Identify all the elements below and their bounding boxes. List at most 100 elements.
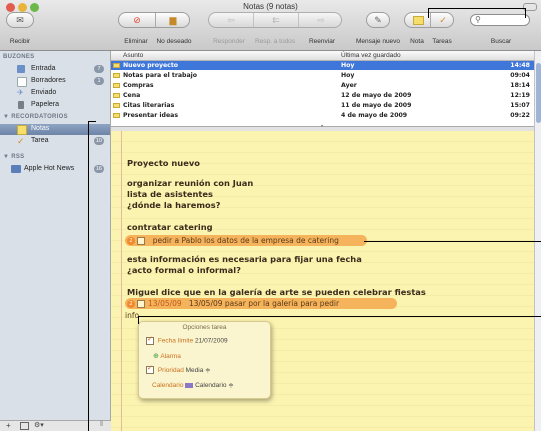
note-title: Proyecto nuevo bbox=[127, 158, 200, 168]
note-line: contratar catering bbox=[127, 222, 213, 232]
todo-checkbox[interactable] bbox=[137, 300, 145, 308]
receive-label: Recibir bbox=[9, 38, 31, 45]
delete-label: Eliminar bbox=[124, 38, 148, 45]
sent-icon: ✈ bbox=[17, 88, 24, 97]
search-icon: ⚲ bbox=[475, 15, 481, 24]
due-date-value[interactable]: 21/07/2009 bbox=[195, 338, 228, 345]
note-line: ¿dónde la haremos? bbox=[127, 200, 221, 210]
mail-window: Notas (9 notas) ✉ Recibir ⊘ ▆ Eliminar N… bbox=[0, 0, 541, 431]
list-item[interactable]: Compras Ayer 18:14 bbox=[111, 81, 534, 90]
rss-header: ▼ RSS bbox=[3, 154, 25, 160]
subject-column-header[interactable]: Asunto bbox=[123, 52, 143, 59]
show-activity-icon[interactable] bbox=[20, 422, 29, 430]
callout-line bbox=[428, 8, 429, 18]
calendar-row[interactable]: Calendario Calendario ≑ bbox=[152, 381, 234, 389]
reply-all-button[interactable]: ⇇ bbox=[254, 13, 298, 27]
sidebar-item-drafts[interactable]: Borradores 1 bbox=[0, 76, 110, 87]
add-mailbox-icon[interactable]: + bbox=[6, 421, 11, 430]
priority-select[interactable]: Media ≑ bbox=[186, 367, 211, 374]
note-margin-line bbox=[121, 131, 122, 431]
note-icon bbox=[113, 103, 120, 108]
note-button[interactable] bbox=[405, 13, 430, 27]
mailboxes-header: BUZONES bbox=[3, 54, 35, 60]
note-icon bbox=[113, 63, 120, 68]
date-column-header[interactable]: Última vez guardado bbox=[341, 52, 401, 59]
forward-button[interactable]: ⇨ bbox=[299, 13, 343, 27]
task-check-icon: ✓ bbox=[17, 136, 25, 146]
new-message-label: Mensaje nuevo bbox=[355, 38, 401, 45]
calendar-select[interactable]: Calendario ≑ bbox=[195, 382, 234, 389]
tasks-button[interactable]: ✓ bbox=[431, 13, 455, 27]
trash-icon bbox=[18, 101, 24, 109]
sidebar-item-notes[interactable]: Notas bbox=[0, 124, 110, 135]
callout-line bbox=[364, 241, 541, 242]
list-item[interactable]: Presentar ideas 4 de mayo de 2009 09:22 bbox=[111, 111, 534, 120]
alarm-row[interactable]: ⊕ Alarma bbox=[153, 352, 181, 360]
due-date-checkbox[interactable] bbox=[146, 335, 154, 345]
sidebar-item-tasks[interactable]: ✓ Tarea 10 bbox=[0, 136, 110, 147]
splitter-grip-icon: • bbox=[321, 124, 324, 130]
add-alarm-icon[interactable]: ⊕ bbox=[153, 353, 159, 360]
drafts-badge: 1 bbox=[94, 77, 104, 85]
callout-line bbox=[138, 316, 541, 317]
message-list: Asunto Última vez guardado Nuevo proyect… bbox=[111, 51, 534, 126]
compose-icon: ✎ bbox=[374, 15, 382, 25]
search-field[interactable]: ⚲ bbox=[470, 14, 530, 26]
note-icon bbox=[113, 93, 120, 98]
reminders-header: ▼ RECORDATORIOS bbox=[3, 114, 68, 120]
list-item[interactable]: Nuevo proyecto Hoy 14:48 bbox=[111, 61, 534, 70]
note-line: ¿acto formal o informal? bbox=[127, 265, 241, 275]
delete-button[interactable]: ⊘ bbox=[119, 13, 155, 27]
todo-text: 13/05/09 pasar por la galería para pedir bbox=[188, 299, 340, 308]
receive-button[interactable]: ✉ bbox=[6, 12, 34, 28]
reply-all-label: Resp. a todos bbox=[254, 38, 296, 45]
due-date-row[interactable]: Fecha límite 21/07/2009 bbox=[146, 335, 228, 345]
reply-label: Responder bbox=[213, 38, 245, 45]
junk-label: No deseado bbox=[156, 38, 192, 45]
mailbox-icon: ✉ bbox=[16, 15, 24, 25]
todo-item[interactable]: 2 pedir a Pablo los datos de la empresa … bbox=[125, 235, 367, 246]
todo-checkbox[interactable] bbox=[137, 237, 145, 245]
search-input[interactable] bbox=[483, 16, 527, 24]
task-options-popover: Opciones tarea Fecha límite 21/07/2009 ⊕… bbox=[138, 321, 271, 399]
gear-icon[interactable]: ⚙▾ bbox=[34, 421, 44, 429]
note-label: Nota bbox=[410, 38, 424, 45]
sidebar-item-trash[interactable]: Papelera bbox=[0, 100, 110, 111]
rss-badge: 16 bbox=[93, 165, 104, 173]
forward-arrow-icon: ⇨ bbox=[317, 15, 325, 25]
note-tasks-group: ✓ bbox=[404, 12, 454, 28]
note-icon bbox=[113, 83, 120, 88]
priority-row[interactable]: Prioridad Media ≑ bbox=[146, 364, 211, 375]
note-icon bbox=[17, 125, 27, 135]
delete-junk-group: ⊘ ▆ bbox=[118, 12, 190, 28]
sidebar-item-sent[interactable]: ✈ Enviado bbox=[0, 88, 110, 99]
sidebar-item-apple-hot-news[interactable]: Apple Hot News 16 bbox=[0, 164, 110, 175]
priority-badge: 2 bbox=[127, 237, 135, 245]
callout-line bbox=[138, 316, 139, 324]
priority-checkbox[interactable] bbox=[146, 364, 154, 375]
sidebar-item-inbox[interactable]: Entrada 7 bbox=[0, 64, 110, 75]
list-item[interactable]: Notas para el trabajo Hoy 09:04 bbox=[111, 71, 534, 80]
todo-text: pedir a Pablo los datos de la empresa de… bbox=[152, 236, 339, 245]
callout-line bbox=[88, 121, 89, 431]
rss-feed-icon bbox=[11, 165, 21, 173]
forward-label: Reenviar bbox=[308, 38, 335, 45]
resize-grip-icon[interactable]: ⦀ bbox=[100, 421, 103, 429]
list-header: Asunto Última vez guardado bbox=[111, 51, 534, 61]
new-message-button[interactable]: ✎ bbox=[366, 12, 390, 28]
todo-item-dated[interactable]: 2 13/05/09 13/05/09 pasar por la galería … bbox=[125, 298, 397, 309]
todo-due-date: 13/05/09 bbox=[148, 299, 182, 308]
scroll-thumb[interactable] bbox=[536, 63, 541, 123]
tasks-label: Tareas bbox=[432, 38, 452, 45]
reply-button[interactable]: ⇦ bbox=[209, 13, 253, 27]
popover-title: Opciones tarea bbox=[182, 324, 227, 331]
junk-button[interactable]: ▆ bbox=[156, 13, 190, 27]
note-line: esta información es necesaria para fijar… bbox=[127, 254, 362, 264]
note-line: organizar reunión con Juan bbox=[127, 178, 254, 188]
sidebar-footer: + ⚙▾ ⦀ bbox=[0, 420, 111, 431]
list-item[interactable]: Citas literarias 11 de mayo de 2009 15:07 bbox=[111, 101, 534, 110]
callout-line bbox=[428, 8, 526, 9]
priority-badge: 2 bbox=[127, 300, 135, 308]
inbox-icon bbox=[17, 65, 25, 73]
list-item[interactable]: Cena 12 de mayo de 2009 12:19 bbox=[111, 91, 534, 100]
